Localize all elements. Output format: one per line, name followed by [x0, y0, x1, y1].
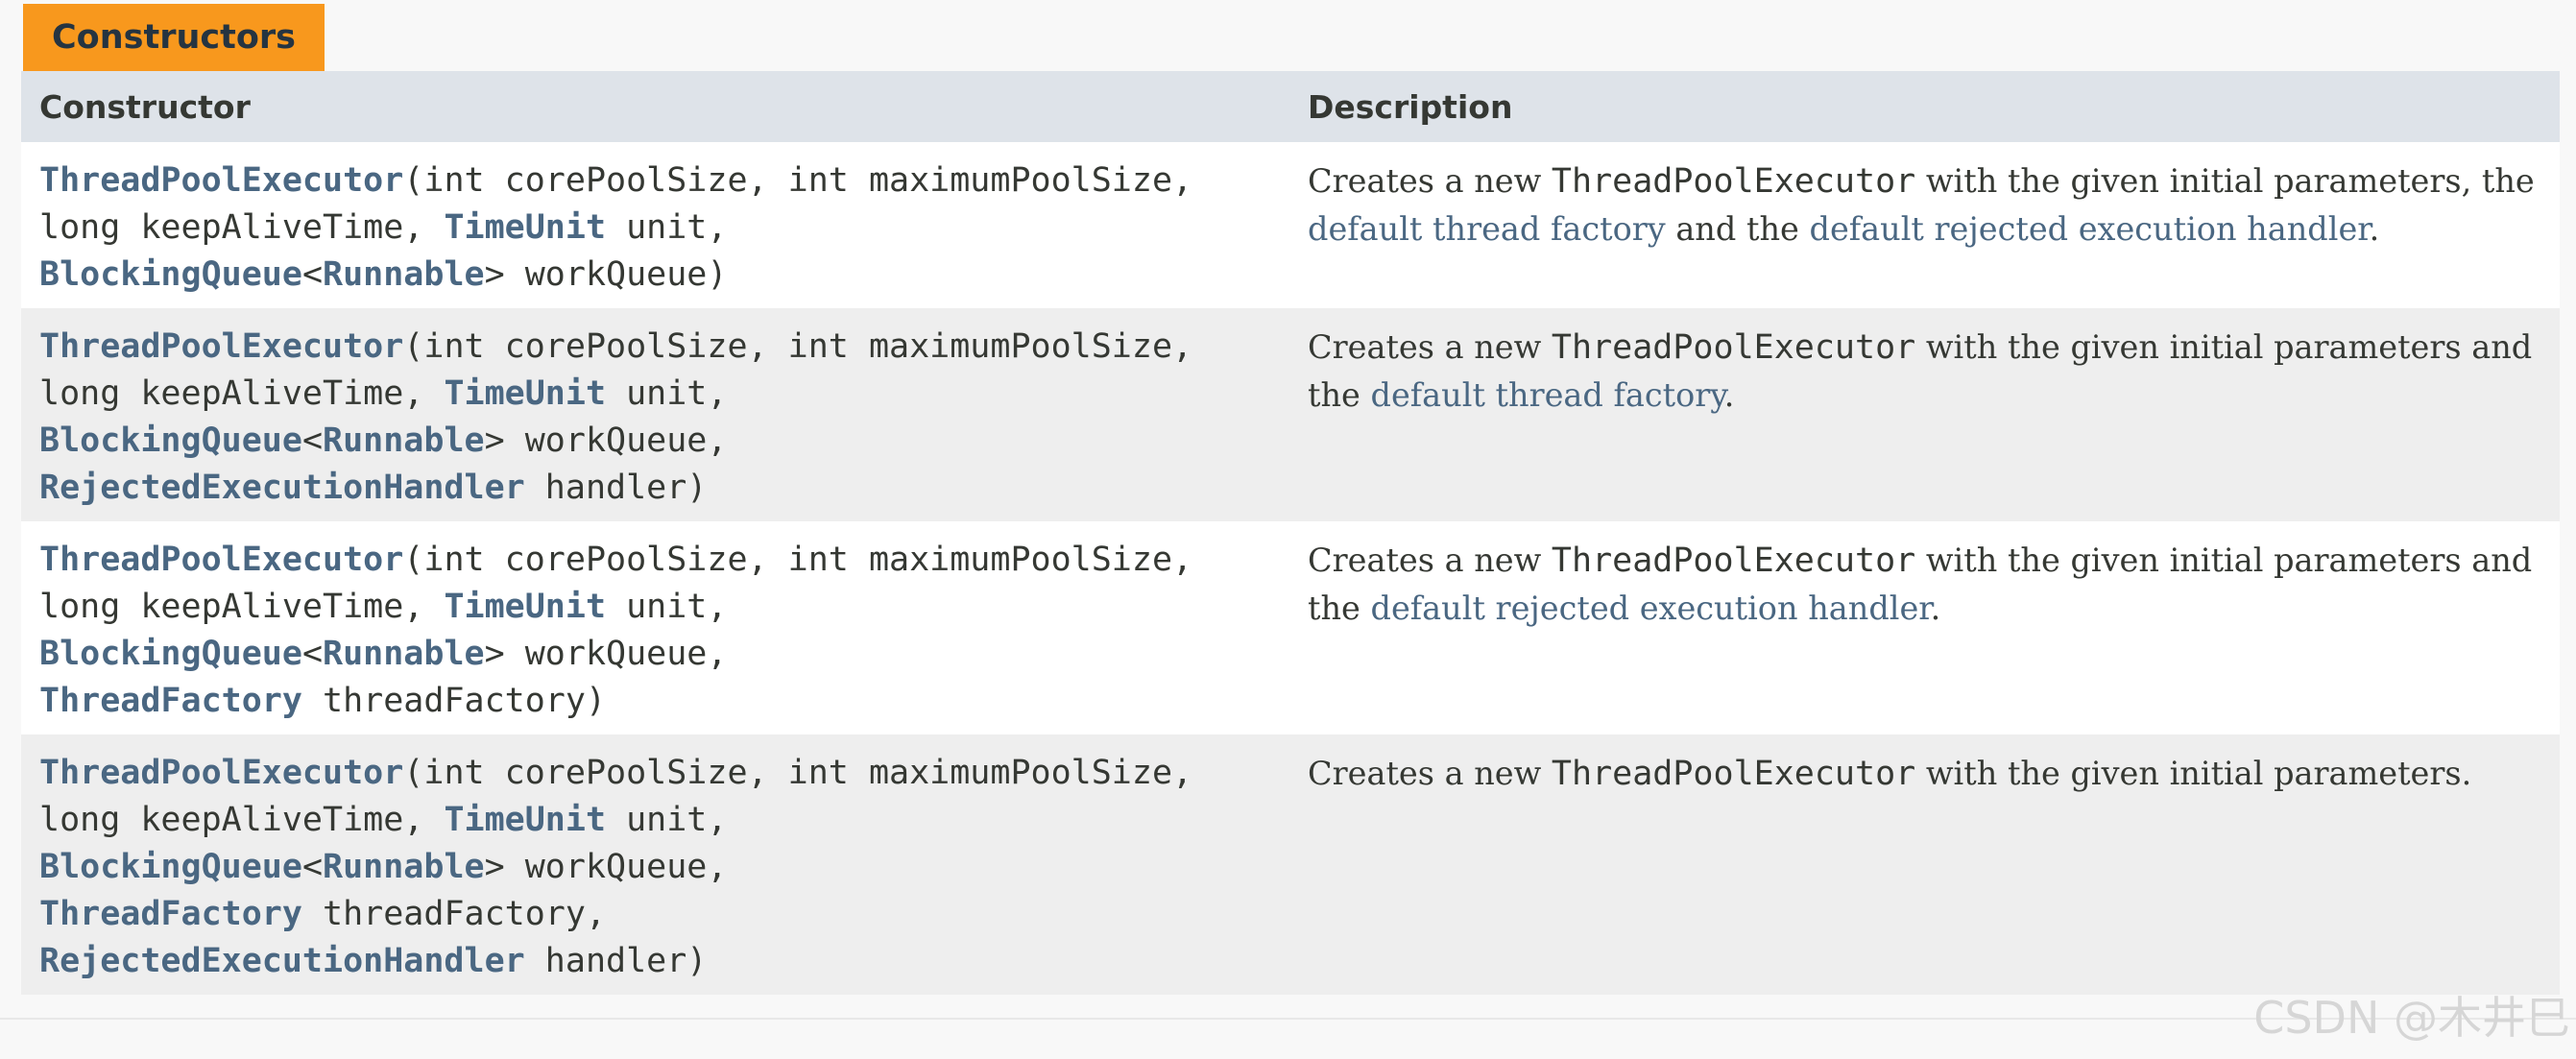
signature-text: > workQueue,: [484, 421, 728, 460]
type-link[interactable]: TimeUnit: [444, 588, 606, 626]
signature-text: <: [301, 421, 324, 460]
code-text: ThreadPoolExecutor: [1551, 755, 1916, 793]
signature-line: ThreadPoolExecutor(int corePoolSize, int…: [39, 324, 1272, 371]
type-link[interactable]: RejectedExecutionHandler: [39, 469, 525, 507]
column-header-description: Description: [1289, 71, 2560, 142]
description-text: .: [2369, 210, 2380, 248]
signature-line: long keepAliveTime, TimeUnit unit,: [39, 205, 1272, 252]
constructor-description: Creates a new ThreadPoolExecutor with th…: [1289, 142, 2560, 308]
signature-text: > workQueue): [484, 255, 728, 294]
signature-text: (int corePoolSize, int maximumPoolSize,: [403, 754, 1193, 792]
signature-text: > workQueue,: [484, 635, 728, 673]
signature-line: ThreadPoolExecutor(int corePoolSize, int…: [39, 537, 1272, 584]
type-link[interactable]: TimeUnit: [444, 801, 606, 839]
description-text: with the given initial parameters.: [1915, 755, 2472, 792]
type-link[interactable]: RejectedExecutionHandler: [39, 942, 525, 980]
description-text: and the: [1665, 210, 1810, 248]
signature-text: unit,: [606, 801, 728, 839]
signature-line: ThreadPoolExecutor(int corePoolSize, int…: [39, 750, 1272, 797]
type-link[interactable]: ThreadPoolExecutor: [39, 327, 403, 366]
type-link[interactable]: Runnable: [323, 255, 485, 294]
description-link[interactable]: default rejected execution handler: [1810, 210, 2370, 248]
code-text: ThreadPoolExecutor: [1551, 328, 1916, 367]
signature-line: ThreadFactory threadFactory,: [39, 891, 1272, 938]
signature-text: threadFactory,: [301, 895, 607, 933]
signature-text: long keepAliveTime,: [39, 208, 445, 247]
type-link[interactable]: BlockingQueue: [39, 421, 302, 460]
constructor-signature: ThreadPoolExecutor(int corePoolSize, int…: [21, 308, 1289, 521]
constructor-description: Creates a new ThreadPoolExecutor with th…: [1289, 521, 2560, 734]
signature-line: BlockingQueue<Runnable> workQueue): [39, 252, 1272, 299]
type-link[interactable]: ThreadPoolExecutor: [39, 541, 403, 579]
constructor-summary-table: Constructor Description ThreadPoolExecut…: [21, 71, 2560, 995]
signature-text: > workQueue,: [484, 848, 728, 886]
type-link[interactable]: TimeUnit: [444, 208, 606, 247]
description-text: Creates a new: [1308, 162, 1552, 200]
signature-text: <: [301, 635, 324, 673]
signature-text: unit,: [606, 208, 728, 247]
description-link[interactable]: default thread factory: [1308, 210, 1666, 248]
type-link[interactable]: BlockingQueue: [39, 255, 302, 294]
signature-text: long keepAliveTime,: [39, 374, 445, 413]
description-text: Creates a new: [1308, 755, 1552, 792]
signature-text: threadFactory): [301, 682, 607, 720]
signature-text: (int corePoolSize, int maximumPoolSize,: [403, 327, 1193, 366]
signature-text: (int corePoolSize, int maximumPoolSize,: [403, 161, 1193, 200]
constructor-signature: ThreadPoolExecutor(int corePoolSize, int…: [21, 521, 1289, 734]
signature-text: long keepAliveTime,: [39, 801, 445, 839]
signature-line: long keepAliveTime, TimeUnit unit,: [39, 584, 1272, 631]
signature-text: (int corePoolSize, int maximumPoolSize,: [403, 541, 1193, 579]
signature-text: handler): [524, 469, 708, 507]
signature-line: long keepAliveTime, TimeUnit unit,: [39, 371, 1272, 418]
signature-line: RejectedExecutionHandler handler): [39, 465, 1272, 512]
footer-divider: [0, 1018, 2576, 1020]
signature-line: ThreadFactory threadFactory): [39, 678, 1272, 725]
description-text: Creates a new: [1308, 542, 1552, 579]
signature-text: unit,: [606, 374, 728, 413]
description-text: .: [1930, 590, 1941, 627]
type-link[interactable]: TimeUnit: [444, 374, 606, 413]
signature-line: BlockingQueue<Runnable> workQueue,: [39, 844, 1272, 891]
constructor-summary-grid: Constructor Description ThreadPoolExecut…: [21, 71, 2560, 995]
signature-text: unit,: [606, 588, 728, 626]
csdn-watermark: CSDN @木井巳: [2253, 992, 2570, 1044]
code-text: ThreadPoolExecutor: [1551, 162, 1916, 201]
description-text: Creates a new: [1308, 328, 1552, 366]
signature-text: <: [301, 848, 324, 886]
type-link[interactable]: ThreadPoolExecutor: [39, 754, 403, 792]
type-link[interactable]: Runnable: [323, 635, 485, 673]
signature-line: BlockingQueue<Runnable> workQueue,: [39, 418, 1272, 465]
constructor-description: Creates a new ThreadPoolExecutor with th…: [1289, 308, 2560, 521]
constructor-signature: ThreadPoolExecutor(int corePoolSize, int…: [21, 734, 1289, 995]
type-link[interactable]: Runnable: [323, 421, 485, 460]
description-text: with the given initial parameters, the: [1915, 162, 2535, 200]
type-link[interactable]: ThreadFactory: [39, 895, 302, 933]
constructor-signature: ThreadPoolExecutor(int corePoolSize, int…: [21, 142, 1289, 308]
type-link[interactable]: BlockingQueue: [39, 635, 302, 673]
signature-text: long keepAliveTime,: [39, 588, 445, 626]
type-link[interactable]: BlockingQueue: [39, 848, 302, 886]
signature-line: long keepAliveTime, TimeUnit unit,: [39, 797, 1272, 844]
type-link[interactable]: ThreadPoolExecutor: [39, 161, 403, 200]
signature-line: RejectedExecutionHandler handler): [39, 938, 1272, 985]
description-link[interactable]: default rejected execution handler: [1371, 590, 1931, 627]
constructors-caption-tab: Constructors: [23, 4, 325, 71]
description-link[interactable]: default thread factory: [1371, 376, 1724, 414]
type-link[interactable]: ThreadFactory: [39, 682, 302, 720]
column-header-constructor: Constructor: [21, 71, 1289, 142]
signature-text: <: [301, 255, 324, 294]
signature-text: handler): [524, 942, 708, 980]
description-text: .: [1723, 376, 1735, 414]
type-link[interactable]: Runnable: [323, 848, 485, 886]
signature-line: ThreadPoolExecutor(int corePoolSize, int…: [39, 157, 1272, 205]
constructor-description: Creates a new ThreadPoolExecutor with th…: [1289, 734, 2560, 995]
signature-line: BlockingQueue<Runnable> workQueue,: [39, 631, 1272, 678]
code-text: ThreadPoolExecutor: [1551, 542, 1916, 580]
